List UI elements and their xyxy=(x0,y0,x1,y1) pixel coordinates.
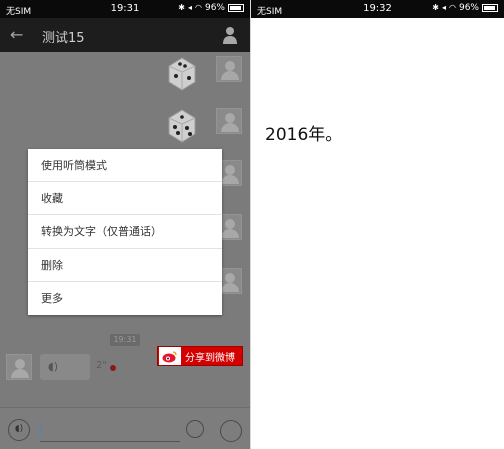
right-phone-screen: 无SIM 19:32 ✱ ◂ ◠ 96% 2016年。 xyxy=(251,0,504,449)
share-weibo-label: 分享到微博 xyxy=(185,352,235,364)
unread-dot xyxy=(110,365,116,371)
battery-percent: 96% xyxy=(458,3,479,13)
contact-avatar[interactable] xyxy=(6,354,32,380)
battery-icon xyxy=(228,4,244,12)
mute-icon: ◂ xyxy=(187,3,192,12)
menu-item-earpiece-mode[interactable]: 使用听筒模式 xyxy=(28,149,222,183)
chat-header: ← 测试15 xyxy=(0,18,250,52)
message-input[interactable] xyxy=(40,420,180,442)
plus-icon[interactable] xyxy=(220,420,242,442)
back-arrow-icon[interactable]: ← xyxy=(10,25,23,44)
status-bar: 无SIM 19:32 ✱ ◂ ◠ 96% xyxy=(251,0,504,18)
battery-icon xyxy=(482,4,498,12)
status-bar: 无SIM 19:31 ✱ ◂ ◠ 96% xyxy=(0,0,250,18)
status-icons: ✱ ◂ ◠ 96% xyxy=(432,3,498,13)
mute-icon: ◂ xyxy=(441,3,446,12)
voice-message-context-menu: 使用听筒模式 收藏 转换为文字（仅普通话） 删除 更多 xyxy=(28,149,222,315)
message-input-bar: ◖) xyxy=(0,407,250,449)
share-weibo-button[interactable]: 分享到微博 xyxy=(157,346,243,366)
contact-info-icon[interactable] xyxy=(222,26,238,44)
voice-message-bubble[interactable]: ◖) xyxy=(40,354,90,380)
status-icons: ✱ ◂ ◠ 96% xyxy=(178,3,244,13)
chat-title: 测试15 xyxy=(42,31,85,46)
left-phone-screen: 无SIM 19:31 ✱ ◂ ◠ 96% ← 测试15 19:31 ◖) 2" … xyxy=(0,0,250,449)
wifi-icon: ◠ xyxy=(195,3,202,12)
weibo-logo-icon xyxy=(159,347,181,365)
menu-item-delete[interactable]: 删除 xyxy=(28,249,222,282)
bluetooth-icon: ✱ xyxy=(432,3,439,12)
menu-item-more[interactable]: 更多 xyxy=(28,282,222,315)
menu-item-convert-to-text[interactable]: 转换为文字（仅普通话） xyxy=(28,215,222,249)
message-timestamp: 19:31 xyxy=(110,334,140,346)
voice-input-toggle-icon[interactable]: ◖) xyxy=(8,419,30,441)
battery-percent: 96% xyxy=(204,3,225,13)
converted-text: 2016年。 xyxy=(265,125,343,145)
wifi-icon: ◠ xyxy=(449,3,456,12)
dice-sticker[interactable] xyxy=(163,54,201,92)
bluetooth-icon: ✱ xyxy=(178,3,185,12)
dice-sticker[interactable] xyxy=(163,106,201,144)
my-avatar[interactable] xyxy=(216,108,242,134)
menu-item-favorite[interactable]: 收藏 xyxy=(28,182,222,216)
text-caret xyxy=(40,424,41,438)
my-avatar[interactable] xyxy=(216,56,242,82)
voice-wave-icon: ◖) xyxy=(48,360,59,373)
emoji-icon[interactable] xyxy=(186,420,204,438)
voice-duration: 2" xyxy=(96,360,107,371)
